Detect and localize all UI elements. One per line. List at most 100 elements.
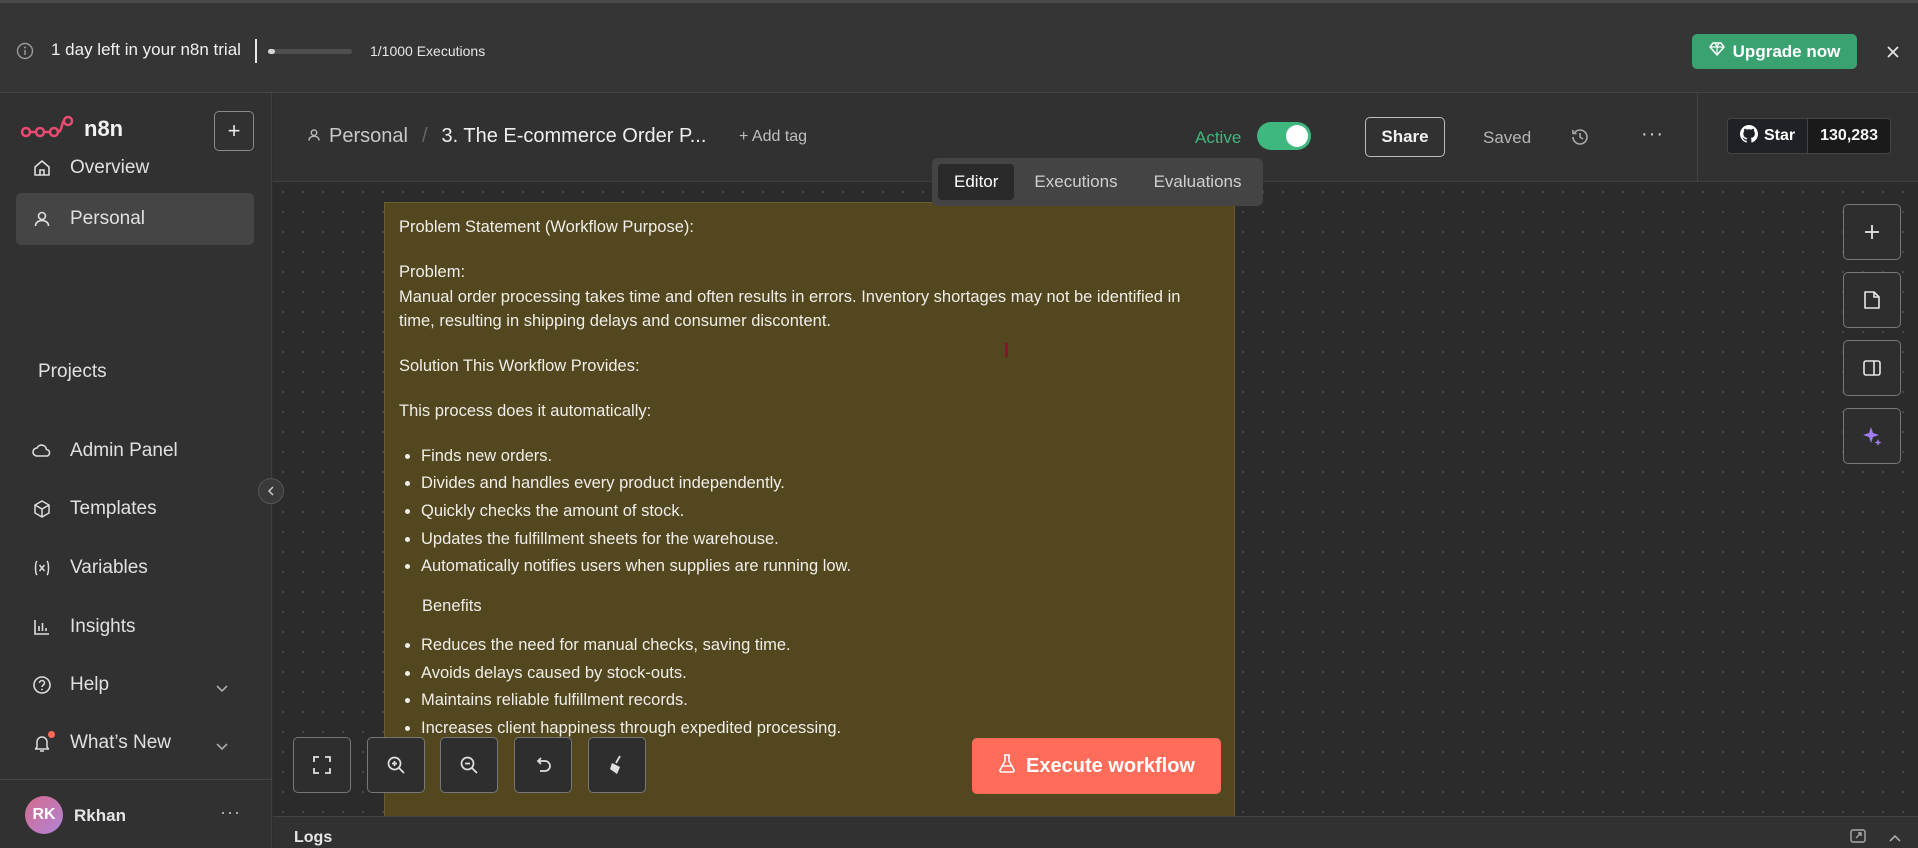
saved-status: Saved — [1483, 128, 1532, 147]
diamond-icon — [1708, 41, 1725, 62]
tab-editor[interactable]: Editor — [938, 164, 1015, 200]
sticky-note[interactable]: Problem Statement (Workflow Purpose): Pr… — [384, 202, 1235, 816]
benefits-list: Reduces the need for manual checks, savi… — [421, 633, 1220, 742]
steps-list: Finds new orders. Divides and handles ev… — [421, 444, 1220, 581]
view-tabs: Editor Executions Evaluations — [932, 158, 1264, 206]
executions-text: 1/1000 Executions — [370, 43, 486, 59]
user-menu[interactable]: RK Rkhan ··· — [0, 779, 272, 848]
solution-heading: Solution This Workflow Provides: — [399, 357, 640, 375]
sparkle-icon — [1863, 427, 1882, 446]
plus-icon — [1865, 225, 1879, 239]
sidebar-item-personal[interactable]: Personal — [16, 193, 254, 245]
add-sticky-button[interactable] — [1843, 272, 1901, 328]
zoom-out-icon — [460, 756, 478, 774]
fullscreen-icon — [313, 756, 331, 774]
breadcrumb: Personal / 3. The E-commerce Order P... — [307, 125, 706, 148]
bell-icon — [32, 731, 55, 753]
process-intro: This process does it automatically: — [399, 401, 652, 420]
execute-workflow-button[interactable]: Execute workflow — [972, 738, 1221, 794]
sidebar-item-variables[interactable]: Variables — [16, 542, 254, 594]
tab-executions[interactable]: Executions — [1018, 164, 1133, 200]
sidebar-item-label: Variables — [70, 557, 148, 578]
list-item: Finds new orders. — [421, 444, 1220, 470]
chart-icon — [32, 617, 52, 637]
sidebar-item-overview[interactable]: Overview — [16, 142, 254, 194]
chevron-left-icon — [267, 486, 274, 496]
share-button[interactable]: Share — [1365, 117, 1445, 157]
sidebar-item-label: Admin Panel — [70, 440, 178, 461]
sidebar-item-label: Overview — [70, 157, 150, 178]
user-icon — [307, 125, 321, 148]
zoom-out-button[interactable] — [440, 737, 498, 793]
trial-text: 1 day left in your n8n trial — [51, 40, 241, 59]
breadcrumb-separator: / — [421, 125, 428, 147]
upgrade-now-button[interactable]: Upgrade now — [1692, 34, 1857, 69]
github-star-label: Star — [1764, 127, 1796, 144]
sidebar-item-label: Help — [70, 674, 110, 695]
problem-heading: Problem: — [399, 262, 466, 281]
breadcrumb-project[interactable]: Personal — [329, 125, 408, 148]
header-divider — [1697, 93, 1698, 182]
toggle-panel-button[interactable] — [1843, 340, 1901, 396]
variable-icon — [32, 558, 52, 578]
avatar[interactable]: RK — [25, 796, 63, 834]
zoom-in-button[interactable] — [367, 737, 425, 793]
upgrade-label: Upgrade now — [1732, 41, 1841, 61]
add-node-button[interactable] — [1843, 204, 1901, 260]
tab-evaluations[interactable]: Evaluations — [1138, 164, 1258, 200]
list-item: Avoids delays caused by stock-outs. — [421, 661, 1220, 687]
chevron-down-icon — [216, 677, 228, 699]
panel-right-icon — [1863, 360, 1881, 376]
zoom-in-icon — [387, 756, 405, 774]
github-star-button[interactable]: Star 130,283 — [1727, 118, 1891, 154]
tidy-up-button[interactable] — [588, 737, 646, 793]
collapse-sidebar-button[interactable] — [258, 478, 284, 504]
active-toggle[interactable] — [1257, 122, 1311, 150]
info-icon — [16, 42, 34, 60]
fit-view-button[interactable] — [293, 737, 351, 793]
broom-icon — [610, 755, 621, 774]
sidebar-item-help[interactable]: Help — [16, 659, 254, 711]
list-item: Maintains reliable fulfillment records. — [421, 688, 1220, 714]
text-cursor — [1005, 343, 1008, 357]
cloud-icon — [32, 441, 52, 461]
n8n-logo[interactable]: n8n — [20, 115, 123, 143]
trial-banner: 1 day left in your n8n trial 1/1000 Exec… — [0, 0, 1918, 93]
list-item: Divides and handles every product indepe… — [421, 471, 1220, 497]
workflow-name[interactable]: 3. The E-commerce Order P... — [442, 125, 707, 148]
sticky-note-icon — [1864, 291, 1880, 309]
popout-icon[interactable] — [1850, 829, 1866, 848]
sidebar: n8n + Overview Personal Projects Admin P… — [0, 93, 272, 848]
undo-icon — [536, 757, 551, 772]
github-icon — [1740, 124, 1758, 148]
notification-dot — [48, 731, 55, 738]
sidebar-item-templates[interactable]: Templates — [16, 483, 254, 535]
sidebar-item-admin-panel[interactable]: Admin Panel — [16, 425, 254, 477]
problem-text: Manual order processing takes time and o… — [399, 287, 1181, 331]
plus-icon: + — [227, 118, 241, 143]
sticky-title: Problem Statement (Workflow Purpose): — [399, 218, 694, 236]
sidebar-item-label: Insights — [70, 616, 136, 637]
banner-divider — [255, 39, 257, 63]
user-name: Rkhan — [74, 806, 126, 825]
more-options-icon[interactable]: ··· — [1641, 123, 1664, 146]
ai-assistant-button[interactable] — [1843, 408, 1901, 464]
reset-zoom-button[interactable] — [514, 737, 572, 793]
sidebar-item-whats-new[interactable]: What’s New — [16, 717, 254, 769]
sidebar-item-label: Personal — [70, 208, 145, 229]
workflow-canvas[interactable]: Problem Statement (Workflow Purpose): Pr… — [273, 182, 1918, 816]
list-item: Quickly checks the amount of stock. — [421, 499, 1220, 525]
benefits-heading: Benefits — [422, 597, 482, 616]
close-banner-button[interactable] — [1886, 39, 1900, 65]
more-options-icon[interactable]: ··· — [220, 802, 241, 823]
executions-progress — [268, 49, 352, 54]
add-tag-button[interactable]: + Add tag — [739, 128, 807, 146]
sidebar-item-label: What’s New — [70, 732, 172, 753]
chevron-down-icon — [216, 735, 228, 757]
logs-panel[interactable]: Logs — [273, 816, 1918, 848]
chevron-up-icon[interactable] — [1889, 829, 1901, 847]
history-icon[interactable] — [1570, 127, 1590, 152]
box-icon — [32, 499, 52, 519]
home-icon — [32, 158, 52, 178]
sidebar-item-insights[interactable]: Insights — [16, 601, 254, 653]
